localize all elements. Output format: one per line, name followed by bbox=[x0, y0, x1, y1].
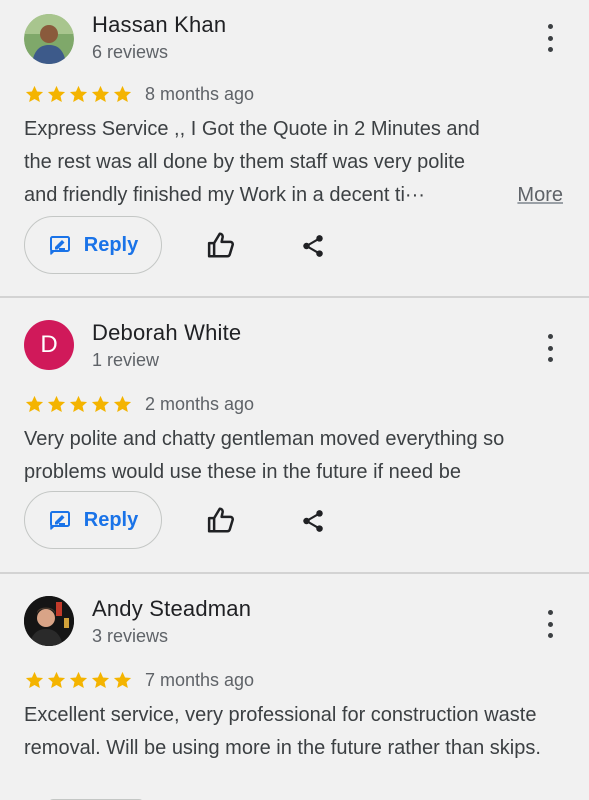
reviewer-avatar[interactable]: D bbox=[24, 320, 74, 370]
star-icon bbox=[24, 394, 45, 415]
person-photo-icon bbox=[24, 14, 74, 64]
review-count: 1 review bbox=[92, 350, 160, 370]
share-glyph bbox=[300, 233, 326, 259]
review-time: 8 months ago bbox=[145, 84, 255, 104]
reviewer-name[interactable]: Andy Steadman bbox=[92, 596, 251, 622]
reviewer-avatar[interactable] bbox=[24, 596, 74, 646]
reply-edit-icon bbox=[48, 233, 72, 257]
more-vert-icon[interactable] bbox=[538, 334, 562, 362]
review-time: 2 months ago bbox=[145, 394, 255, 414]
review-card: D Deborah White 1 review 2 months ago Ve… bbox=[0, 298, 589, 572]
star-rating bbox=[24, 670, 133, 691]
star-icon bbox=[68, 394, 89, 415]
reply-label: Reply bbox=[83, 508, 139, 531]
star-icon bbox=[112, 670, 133, 691]
review-time: 7 months ago bbox=[145, 670, 255, 690]
rating-row: 8 months ago bbox=[24, 84, 254, 105]
reviewer-avatar[interactable] bbox=[24, 14, 74, 64]
person-photo-icon bbox=[24, 596, 74, 646]
star-icon bbox=[46, 84, 67, 105]
star-icon bbox=[112, 84, 133, 105]
star-icon bbox=[90, 394, 111, 415]
share-icon[interactable] bbox=[298, 231, 328, 261]
star-icon bbox=[112, 394, 133, 415]
reply-edit-icon bbox=[48, 508, 72, 532]
reply-button[interactable]: Reply bbox=[24, 216, 162, 274]
thumb-up-glyph bbox=[206, 230, 236, 260]
more-vert-icon[interactable] bbox=[538, 24, 562, 52]
thumb-up-icon[interactable] bbox=[204, 504, 238, 536]
review-text: Excellent service, very professional for… bbox=[24, 704, 541, 759]
star-icon bbox=[46, 670, 67, 691]
star-icon bbox=[68, 670, 89, 691]
star-rating bbox=[24, 84, 133, 105]
star-icon bbox=[90, 670, 111, 691]
review-count: 6 reviews bbox=[92, 42, 169, 62]
review-card: Andy Steadman 3 reviews 7 months ago Exc… bbox=[0, 574, 589, 800]
avatar-letter: D bbox=[40, 331, 58, 358]
star-icon bbox=[68, 84, 89, 105]
rating-row: 7 months ago bbox=[24, 670, 254, 691]
reviewer-name[interactable]: Hassan Khan bbox=[92, 12, 226, 38]
review-count: 3 reviews bbox=[92, 626, 169, 646]
review-text: Very polite and chatty gentleman moved e… bbox=[24, 428, 505, 483]
reviewer-name[interactable]: Deborah White bbox=[92, 320, 241, 346]
reply-label: Reply bbox=[83, 233, 139, 256]
thumb-up-icon[interactable] bbox=[204, 229, 238, 261]
thumb-up-glyph bbox=[206, 505, 236, 535]
more-link[interactable]: More bbox=[517, 179, 563, 212]
star-rating bbox=[24, 394, 133, 415]
review-card: Hassan Khan 6 reviews 8 months ago Expre… bbox=[0, 0, 589, 296]
star-icon bbox=[24, 670, 45, 691]
more-vert-icon[interactable] bbox=[538, 610, 562, 638]
star-icon bbox=[24, 84, 45, 105]
reply-button[interactable]: Reply bbox=[24, 491, 162, 549]
rating-row: 2 months ago bbox=[24, 394, 254, 415]
more-link-row: More bbox=[0, 179, 565, 212]
share-icon[interactable] bbox=[298, 506, 328, 536]
share-glyph bbox=[300, 508, 326, 534]
star-icon bbox=[46, 394, 67, 415]
star-icon bbox=[90, 84, 111, 105]
